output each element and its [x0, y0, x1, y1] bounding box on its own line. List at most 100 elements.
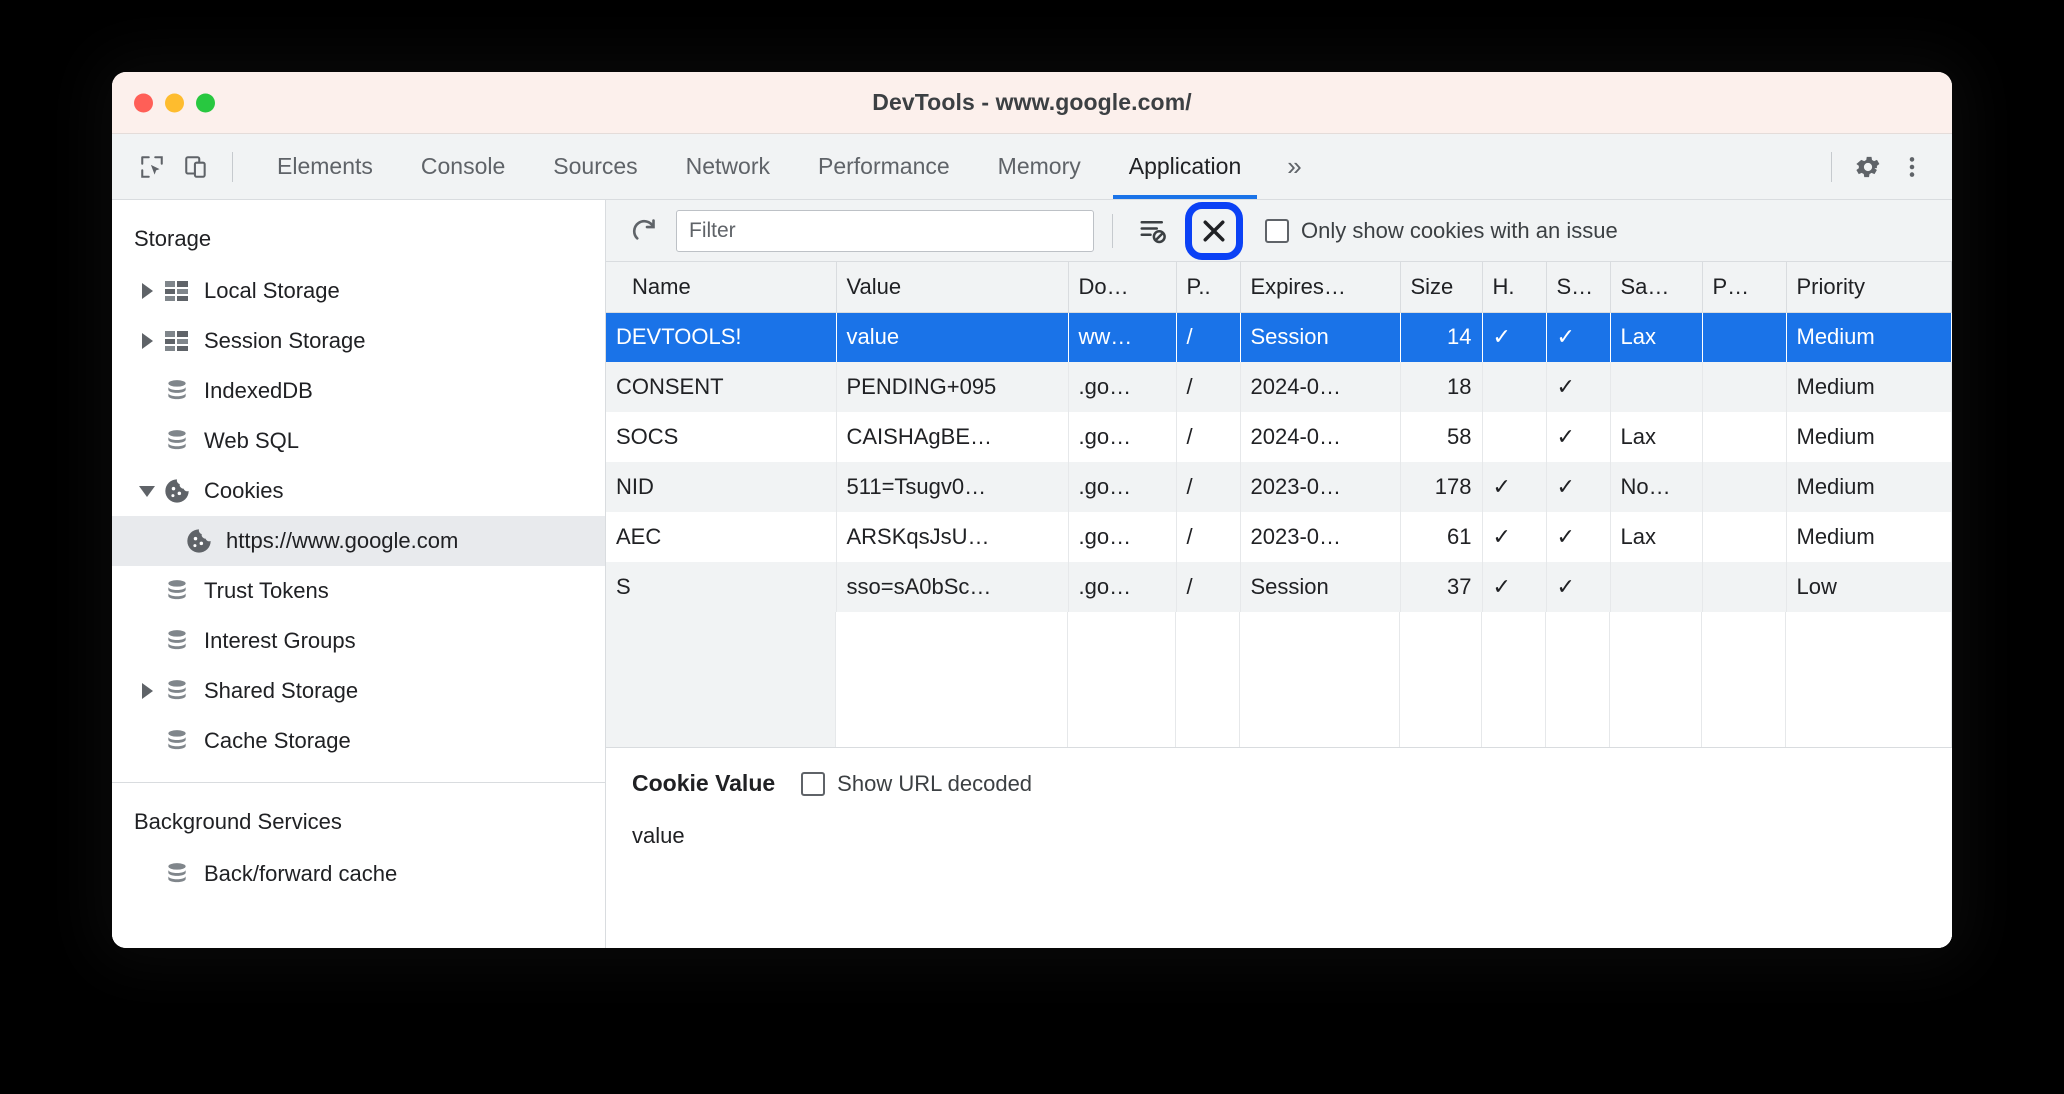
column-header-priority[interactable]: Priority: [1786, 262, 1952, 313]
device-toolbar-icon[interactable]: [174, 145, 218, 189]
cell-size: 178: [1400, 462, 1483, 512]
tab-memory[interactable]: Memory: [974, 134, 1105, 199]
table-row[interactable]: S sso=sA0bSc… .go… / Session 37 ✓ ✓ Low: [606, 562, 1952, 612]
show-url-decoded-checkbox[interactable]: Show URL decoded: [801, 771, 1032, 797]
tab-network[interactable]: Network: [662, 134, 794, 199]
column-header-httponly[interactable]: H.: [1482, 262, 1547, 313]
tab-performance[interactable]: Performance: [794, 134, 974, 199]
cell-priority: Medium: [1786, 412, 1952, 462]
cookie-icon: [160, 477, 194, 505]
clear-filtered-cookies-icon[interactable]: [1131, 209, 1175, 253]
minimize-window-button[interactable]: [165, 93, 184, 112]
tab-sources[interactable]: Sources: [529, 134, 661, 199]
cell-httponly: [1482, 412, 1547, 462]
cell-name: SOCS: [606, 412, 837, 462]
devtools-window: DevTools - www.google.com/ Elements Cons…: [112, 72, 1952, 948]
cell-name: S: [606, 562, 837, 612]
chevron-right-icon[interactable]: [134, 333, 160, 349]
table-row[interactable]: DEVTOOLS! value ww… / Session 14 ✓ ✓ Lax: [606, 312, 1952, 362]
cell-path: /: [1176, 512, 1241, 562]
sidebar-item-cookies-google-origin[interactable]: https://www.google.com: [112, 516, 605, 566]
cell-name: AEC: [606, 512, 837, 562]
sidebar-item-session-storage[interactable]: Session Storage: [112, 316, 605, 366]
cell-samesite: [1610, 562, 1703, 612]
inspect-element-icon[interactable]: [130, 145, 174, 189]
toolbar-divider: [1112, 213, 1113, 248]
column-header-partition[interactable]: P…: [1702, 262, 1787, 313]
cell-path: /: [1176, 312, 1241, 362]
cell-expires: 2023-0…: [1240, 512, 1401, 562]
cell-partition: [1702, 512, 1787, 562]
table-empty-area: [606, 612, 1952, 747]
column-header-value[interactable]: Value: [836, 262, 1069, 313]
column-header-path[interactable]: P..: [1176, 262, 1241, 313]
cell-domain: .go…: [1068, 362, 1177, 412]
cell-samesite: Lax: [1610, 512, 1703, 562]
clear-all-cookies-x-icon[interactable]: [1194, 211, 1234, 251]
sidebar-item-trust-tokens[interactable]: Trust Tokens: [112, 566, 605, 616]
table-row[interactable]: AEC ARSKqsJsU… .go… / 2023-0… 61 ✓ ✓ Lax: [606, 512, 1952, 562]
table-storage-icon: [160, 279, 194, 303]
checkbox-box[interactable]: [1265, 218, 1289, 243]
cell-priority: Medium: [1786, 462, 1952, 512]
empty-col-domain: [1068, 612, 1176, 747]
close-window-button[interactable]: [134, 93, 153, 112]
sidebar-item-local-storage[interactable]: Local Storage: [112, 266, 605, 316]
sidebar-item-shared-storage[interactable]: Shared Storage: [112, 666, 605, 716]
sidebar-item-label: Trust Tokens: [204, 578, 329, 603]
zoom-window-button[interactable]: [196, 93, 215, 112]
checkbox-box[interactable]: [801, 771, 826, 796]
cell-partition: [1702, 312, 1787, 362]
table-storage-icon: [160, 329, 194, 353]
tab-label: Sources: [553, 153, 638, 179]
cell-path: /: [1176, 412, 1241, 462]
sidebar-item-cookies[interactable]: Cookies: [112, 466, 605, 516]
table-row[interactable]: SOCS CAISHAgBE… .go… / 2024-0… 58 ✓ Lax: [606, 412, 1952, 462]
database-icon: [160, 428, 194, 454]
screenshot-stage: DevTools - www.google.com/ Elements Cons…: [0, 0, 2064, 1094]
cell-domain: .go…: [1068, 512, 1177, 562]
sidebar-item-indexeddb[interactable]: IndexedDB: [112, 366, 605, 416]
devtools-tab-strip: Elements Console Sources Network Perform…: [112, 134, 1952, 200]
more-tabs-chevron-icon[interactable]: »: [1265, 134, 1323, 199]
traffic-light-buttons[interactable]: [134, 93, 215, 112]
chevron-right-icon[interactable]: [134, 683, 160, 699]
empty-col-path: [1176, 612, 1240, 747]
column-header-samesite[interactable]: Sa…: [1610, 262, 1703, 313]
cell-partition: [1702, 562, 1787, 612]
chevron-down-icon[interactable]: [134, 485, 160, 497]
column-header-name[interactable]: Name: [606, 262, 837, 313]
empty-col-secure: [1546, 612, 1610, 747]
column-header-expires[interactable]: Expires…: [1240, 262, 1401, 313]
sidebar-item-web-sql[interactable]: Web SQL: [112, 416, 605, 466]
column-header-size[interactable]: Size: [1400, 262, 1483, 313]
sidebar-item-interest-groups[interactable]: Interest Groups: [112, 616, 605, 666]
filter-input[interactable]: [676, 209, 1094, 252]
window-title-bar: DevTools - www.google.com/: [112, 72, 1952, 134]
database-icon: [160, 728, 194, 754]
gear-icon[interactable]: [1846, 145, 1890, 189]
refresh-icon[interactable]: [622, 209, 666, 253]
column-header-secure[interactable]: S…: [1546, 262, 1611, 313]
cell-samesite: No…: [1610, 462, 1703, 512]
cell-samesite: Lax: [1610, 412, 1703, 462]
tab-elements[interactable]: Elements: [253, 134, 397, 199]
cell-priority: Medium: [1786, 362, 1952, 412]
cell-httponly: ✓: [1482, 462, 1547, 512]
sidebar-item-label: Cookies: [204, 478, 284, 503]
column-header-domain[interactable]: Do…: [1068, 262, 1177, 313]
sidebar-item-back-forward-cache[interactable]: Back/forward cache: [112, 849, 605, 899]
tab-strip-actions: [1817, 145, 1952, 189]
cell-secure: ✓: [1546, 412, 1611, 462]
table-row[interactable]: NID 511=Tsugv0… .go… / 2023-0… 178 ✓ ✓ N…: [606, 462, 1952, 512]
tab-console[interactable]: Console: [397, 134, 529, 199]
kebab-menu-icon[interactable]: [1890, 145, 1934, 189]
cell-value: value: [836, 312, 1069, 362]
only-show-cookies-with-issue-checkbox[interactable]: Only show cookies with an issue: [1265, 218, 1618, 244]
table-row[interactable]: CONSENT PENDING+095 .go… / 2024-0… 18 ✓: [606, 362, 1952, 412]
tab-application[interactable]: Application: [1105, 134, 1266, 199]
chevron-right-icon[interactable]: [134, 283, 160, 299]
sidebar-item-cache-storage[interactable]: Cache Storage: [112, 716, 605, 766]
cell-domain: ww…: [1068, 312, 1177, 362]
empty-col-partition: [1702, 612, 1786, 747]
